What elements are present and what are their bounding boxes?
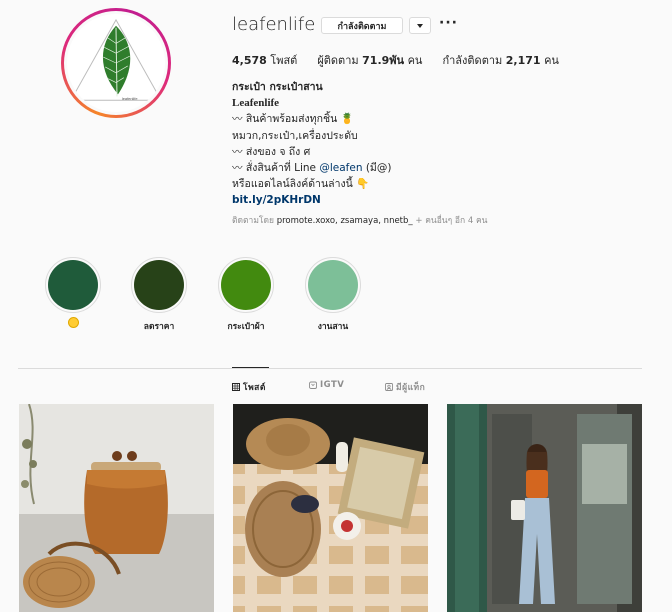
following-button[interactable]: กำลังติดตาม [321,17,403,34]
avatar-leaf-logo: leafenlife [67,14,165,112]
bio-line: 〰 สินค้าพร้อมส่งทุกชิ้น 🍍 [232,113,354,126]
bio-line: หมวก,กระเป๋า,เครื่องประดับ [232,129,358,142]
followers-unit: คน [407,54,423,67]
bio-line-prefix: 〰 สั่งสินค้าที่ Line [232,162,320,175]
bio-line-suffix: (มี@) [362,162,392,175]
more-options-button[interactable]: ··· [439,15,458,31]
post-image-girl-at-door [447,404,642,612]
highlight-cover [134,260,184,310]
highlight-ring [131,257,187,313]
profile-avatar[interactable]: leafenlife [61,8,171,118]
followed-by-prefix: ติดตามโดย [232,216,277,226]
active-tab-indicator [232,367,269,368]
highlight-label: งานสาน [317,322,349,332]
highlight-label: ลดราคา [143,322,175,332]
igtv-icon [309,381,317,389]
following-unit: คน [544,54,559,67]
highlight-cover [221,260,271,310]
post-thumbnail[interactable] [19,404,214,612]
followers-count: 71.9พัน [362,54,405,67]
profile-bio: กระเป๋า กระเป๋าสาน Leafenlife 〰 สินค้าพร… [232,79,391,209]
followed-by-names: promote.xoxo, zsamaya, nnetb_ [276,216,413,226]
suggestions-dropdown-button[interactable] [409,17,431,34]
followers-link[interactable]: ผู้ติดตาม 71.9พัน คน [317,51,422,69]
posts-label: โพสต์ [270,54,298,67]
posts-count: 4,578 [232,54,267,67]
tagged-icon [385,383,393,391]
post-image-straw-hat-picnic [233,404,428,612]
highlight-label: กระเป๋าผ้า [227,322,265,332]
highlight-ring [218,257,274,313]
followed-by-text[interactable]: ติดตามโดย promote.xoxo, zsamaya, nnetb_ … [232,213,487,227]
tab-label: IGTV [320,380,345,390]
bio-line: 〰 ส่งของ จ ถึง ศ [232,145,311,158]
highlight-cover [308,260,358,310]
tab-label: โพสต์ [243,383,266,393]
story-highlight[interactable] [43,257,103,332]
following-label: กำลังติดตาม [442,54,503,67]
followers-label: ผู้ติดตาม [317,54,359,67]
avatar-border: leafenlife [64,11,168,115]
post-image-leather-clutch [19,404,214,612]
svg-text:leafenlife: leafenlife [122,96,138,101]
following-link[interactable]: กำลังติดตาม 2,171 คน [442,51,559,69]
post-thumbnail[interactable] [233,404,428,612]
bio-line: หรือแอดไลน์ลิงค์ด้านล่างนี้ 👇 [232,178,370,191]
story-highlight[interactable]: กระเป๋าผ้า [216,257,276,333]
profile-stats: 4,578 โพสต์ ผู้ติดตาม 71.9พัน คน กำลังติ… [232,51,579,69]
highlight-cover [48,260,98,310]
bio-external-link[interactable]: bit.ly/2pKHrDN [232,192,391,208]
profile-username: leafenlife [232,14,316,35]
tab-posts[interactable]: โพสต์ [232,380,266,394]
followed-by-suffix: + คนอื่นๆ อีก 4 คน [412,216,488,226]
chevron-down-icon [417,23,423,28]
tab-label: มีผู้แท็ก [396,383,426,393]
tabs-divider [18,368,642,369]
line-mention-link[interactable]: @leafen [319,162,362,174]
story-highlight[interactable]: ลดราคา [129,257,189,333]
tab-igtv[interactable]: IGTV [309,380,344,390]
posts-stat: 4,578 โพสต์ [232,51,297,69]
tab-tagged[interactable]: มีผู้แท็ก [385,380,425,394]
highlight-ring [45,257,101,313]
smile-emoji-icon [43,313,103,332]
profile-full-name: กระเป๋า กระเป๋าสาน [232,81,323,93]
grid-icon [232,383,240,391]
bio-line: 〰 สั่งสินค้าที่ Line @leafen (มี@) [232,160,391,176]
following-count: 2,171 [505,54,541,67]
post-thumbnail[interactable] [447,404,642,612]
bio-brand: Leafenlife [232,97,280,110]
highlight-ring [305,257,361,313]
story-highlight[interactable]: งานสาน [303,257,363,333]
